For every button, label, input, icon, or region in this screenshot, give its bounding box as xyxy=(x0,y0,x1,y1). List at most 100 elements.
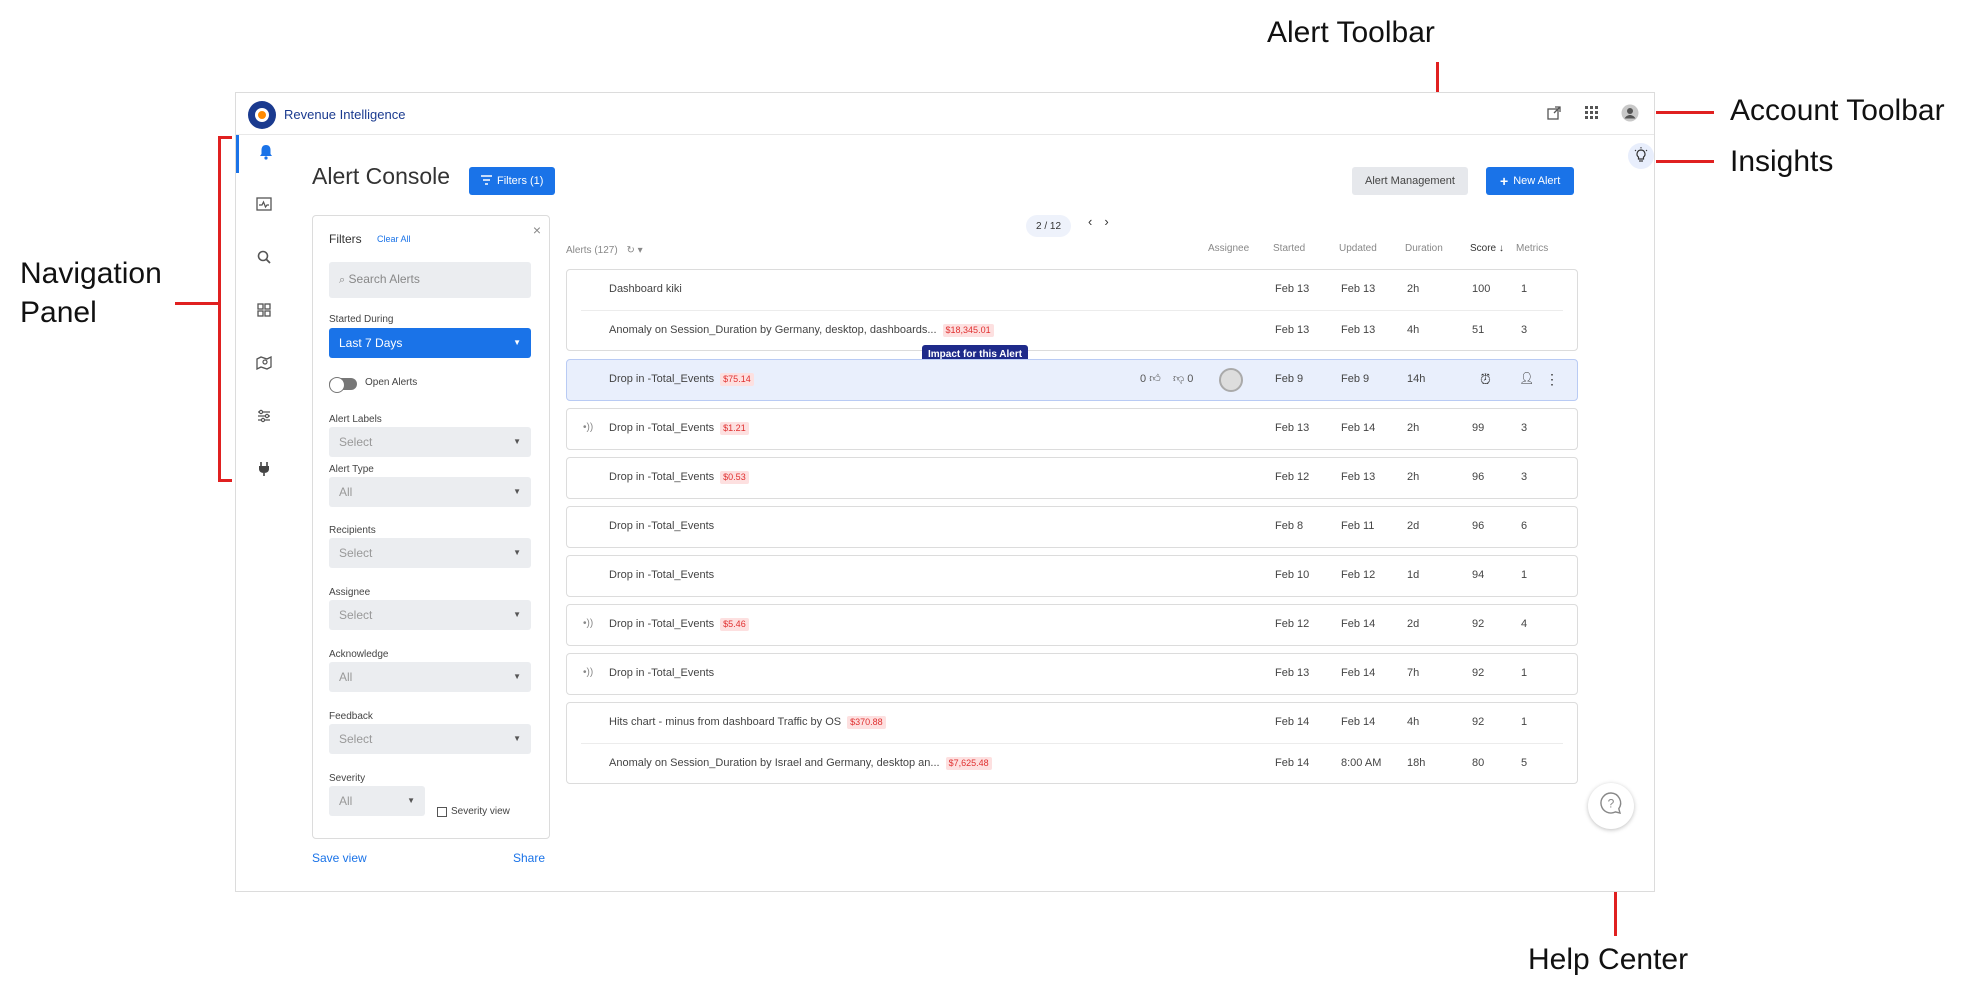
callout-line-nav-bottom xyxy=(218,479,232,482)
thumbs-down-count: 0 xyxy=(1187,373,1194,385)
alerts-count: Alerts (127) ↻ ▾ xyxy=(566,245,643,256)
chevron-left-icon[interactable]: ‹ xyxy=(1088,214,1104,229)
pagination-arrows: ‹› xyxy=(1088,214,1121,229)
alert-score: 100 xyxy=(1472,283,1491,295)
refresh-icon[interactable]: ↻ ▾ xyxy=(626,245,642,256)
alert-duration: 2h xyxy=(1407,422,1420,434)
assign-user-icon[interactable]: 👤︎ xyxy=(1519,371,1534,385)
alert-updated: Feb 13 xyxy=(1341,471,1376,483)
user-avatar-icon[interactable] xyxy=(1620,103,1640,123)
logo-icon[interactable] xyxy=(248,101,276,129)
feedback-label: Feedback xyxy=(329,711,373,722)
alerts-count-label: Alerts (127) xyxy=(566,245,618,256)
filters-button-label: Filters (1) xyxy=(497,175,544,187)
table-row[interactable]: Anomaly on Session_Duration by Germany, … xyxy=(581,310,1563,350)
nav-integrations[interactable] xyxy=(236,452,292,490)
table-row[interactable]: Hits chart - minus from dashboard Traffi… xyxy=(567,703,1577,743)
alert-name: Hits chart - minus from dashboard Traffi… xyxy=(609,716,886,729)
nav-activity[interactable] xyxy=(236,187,292,225)
alert-type-select[interactable]: All ▼ xyxy=(329,477,531,507)
new-alert-button[interactable]: + New Alert xyxy=(1486,167,1575,195)
search-alerts-input[interactable]: ⌕ Search Alerts xyxy=(329,262,531,298)
alert-duration: 1d xyxy=(1407,569,1420,581)
thumbs-up-button[interactable]: 0 👍︎ xyxy=(1140,372,1161,385)
alert-score: 51 xyxy=(1472,324,1485,336)
started-during-label: Started During xyxy=(329,314,394,325)
alert-group: Dashboard kiki Feb 13 Feb 13 2h 100 1 An… xyxy=(566,269,1578,351)
column-score-label: Score xyxy=(1470,243,1497,254)
alarm-clock-icon[interactable]: ⏰︎ xyxy=(1480,371,1491,388)
alert-updated: Feb 12 xyxy=(1341,569,1376,581)
save-view-link[interactable]: Save view xyxy=(312,851,367,865)
alert-card: Drop in -Total_Events $0.53 Feb 12 Feb 13… xyxy=(566,457,1578,499)
recipients-select[interactable]: Select ▼ xyxy=(329,538,531,568)
table-row[interactable]: Drop in -Total_Events Feb 10 Feb 12 1d 9… xyxy=(567,556,1577,596)
open-alerts-toggle[interactable] xyxy=(329,377,357,393)
alert-management-button[interactable]: Alert Management xyxy=(1352,167,1468,195)
alert-name: Anomaly on Session_Duration by Germany, … xyxy=(609,324,994,337)
assignee-value: Select xyxy=(339,608,373,622)
nav-alerts[interactable] xyxy=(236,135,292,173)
chevron-right-icon[interactable]: › xyxy=(1104,214,1120,229)
alert-name: Drop in -Total_Events $1.21 xyxy=(609,422,749,435)
acknowledge-label: Acknowledge xyxy=(329,649,389,660)
table-row[interactable]: Anomaly on Session_Duration by Israel an… xyxy=(581,743,1563,783)
alert-duration: 2h xyxy=(1407,283,1420,295)
nav-settings[interactable] xyxy=(236,399,292,437)
assignee-select[interactable]: Select ▼ xyxy=(329,600,531,630)
table-row[interactable]: Drop in -Total_Events $0.53 Feb 12 Feb 13… xyxy=(567,458,1577,498)
feedback-select[interactable]: Select ▼ xyxy=(329,724,531,754)
column-duration[interactable]: Duration xyxy=(1405,243,1443,254)
severity-select[interactable]: All ▼ xyxy=(329,786,425,816)
sort-arrow-down-icon: ↓ xyxy=(1498,243,1504,254)
table-row[interactable]: •)) Drop in -Total_Events Feb 13 Feb 14 … xyxy=(567,654,1577,694)
severity-label: Severity xyxy=(329,773,366,784)
share-link[interactable]: Share xyxy=(513,851,545,865)
column-started[interactable]: Started xyxy=(1273,243,1305,254)
column-metrics[interactable]: Metrics xyxy=(1516,243,1548,254)
table-row[interactable]: Drop in -Total_Events $75.14 0 👍︎ 👎︎ 0 Fe… xyxy=(567,360,1577,400)
assignee-label: Assignee xyxy=(329,587,371,598)
search-alerts-placeholder: Search Alerts xyxy=(348,272,420,286)
apps-grid-icon[interactable] xyxy=(1582,103,1602,123)
alert-started: Feb 10 xyxy=(1275,569,1310,581)
table-row[interactable]: •)) Drop in -Total_Events $5.46 Feb 12 Fe… xyxy=(567,605,1577,645)
assignee-avatar[interactable] xyxy=(1219,368,1243,392)
alert-labels-label: Alert Labels xyxy=(329,414,382,425)
insights-button[interactable] xyxy=(1628,143,1654,169)
alert-duration: 14h xyxy=(1407,373,1426,385)
thumbs-up-icon: 👍︎ xyxy=(1149,373,1161,385)
chevron-down-icon: ▼ xyxy=(513,338,521,347)
column-updated[interactable]: Updated xyxy=(1339,243,1377,254)
thumbs-down-button[interactable]: 👎︎ 0 xyxy=(1173,372,1193,385)
table-row[interactable]: •)) Drop in -Total_Events $1.21 Feb 13 Fe… xyxy=(567,409,1577,449)
column-score[interactable]: Score ↓ xyxy=(1470,243,1504,254)
alert-name: Drop in -Total_Events $5.46 xyxy=(609,618,749,631)
alert-score: 99 xyxy=(1472,422,1485,434)
column-assignee[interactable]: Assignee xyxy=(1208,243,1249,254)
nav-map[interactable] xyxy=(236,346,292,384)
table-row[interactable]: Drop in -Total_Events Feb 8 Feb 11 2d 96… xyxy=(567,507,1577,547)
severity-view-checkbox[interactable]: Severity view xyxy=(437,806,510,817)
help-center-button[interactable]: ? xyxy=(1588,783,1634,829)
alert-duration: 2d xyxy=(1407,520,1420,532)
alert-labels-select[interactable]: Select ▼ xyxy=(329,427,531,457)
nav-search[interactable] xyxy=(236,240,292,278)
filters-button[interactable]: Filters (1) xyxy=(469,167,556,195)
chevron-down-icon: ▼ xyxy=(513,610,521,619)
account-toolbar xyxy=(1544,103,1640,123)
nav-dashboards[interactable] xyxy=(236,293,292,331)
callout-line-nav-top xyxy=(218,136,232,139)
clear-all-link[interactable]: Clear All xyxy=(377,234,411,244)
alert-metrics: 3 xyxy=(1521,324,1528,336)
impact-badge[interactable]: $75.14 xyxy=(720,373,754,386)
alert-card: Drop in -Total_Events Feb 8 Feb 11 2d 96… xyxy=(566,506,1578,548)
more-options-icon[interactable]: ⋮ xyxy=(1545,371,1559,388)
acknowledge-select[interactable]: All ▼ xyxy=(329,662,531,692)
alert-metrics: 1 xyxy=(1521,667,1528,679)
share-icon[interactable] xyxy=(1544,103,1564,123)
close-icon[interactable]: × xyxy=(533,222,541,238)
callout-line-insights xyxy=(1656,160,1714,163)
started-during-select[interactable]: Last 7 Days ▼ xyxy=(329,328,531,358)
table-row[interactable]: Dashboard kiki Feb 13 Feb 13 2h 100 1 xyxy=(567,270,1577,310)
